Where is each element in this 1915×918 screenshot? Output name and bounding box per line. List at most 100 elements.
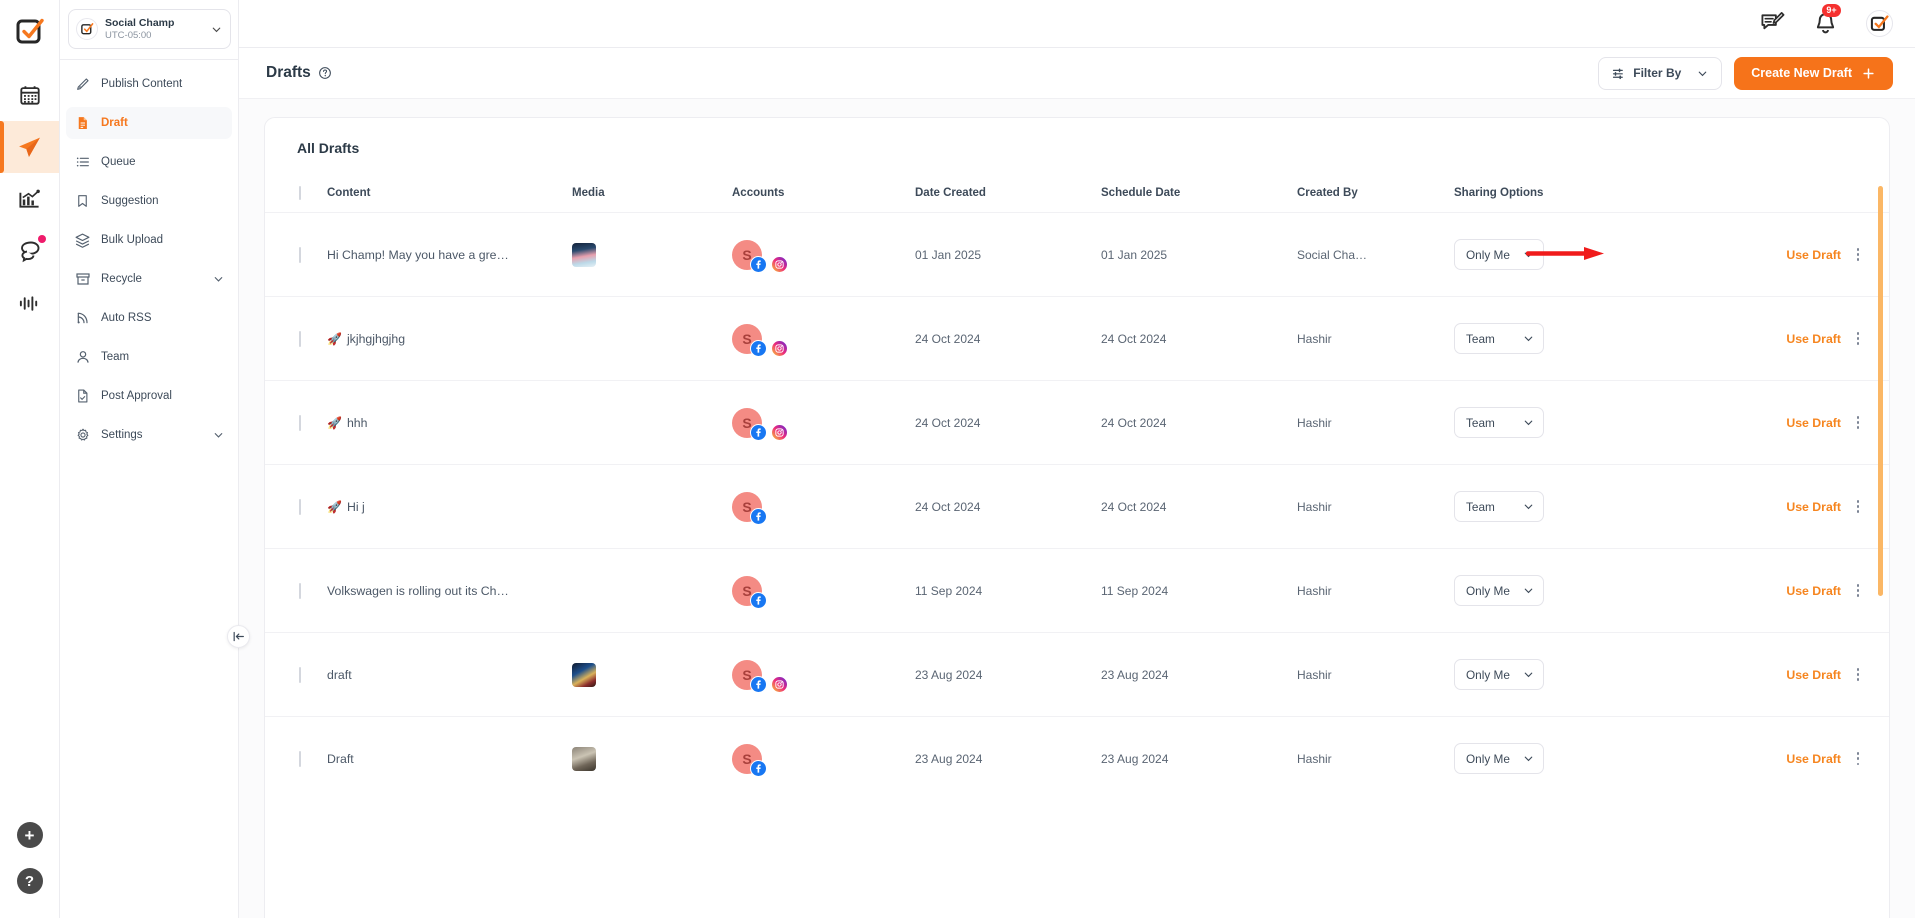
sharing-options-select[interactable]: Only Me	[1454, 659, 1544, 690]
account-avatar[interactable]	[753, 240, 788, 273]
chevron-down-icon	[1524, 588, 1533, 594]
chevron-down-icon	[1698, 71, 1707, 76]
use-draft-link[interactable]: Use Draft	[1786, 416, 1841, 430]
draft-content-text: draft	[327, 667, 352, 682]
table-row[interactable]: 🚀 jkjhgjhgjhg S 24 Oct 2024 24 Oct 2024 Hashi…	[265, 296, 1889, 381]
table-row[interactable]: Hi Champ! May you have a gre… S 01 Jan 202…	[265, 212, 1889, 297]
row-checkbox[interactable]	[299, 666, 301, 683]
chevron-down-icon[interactable]	[212, 429, 225, 442]
row-actions-cell: Use Draft	[1634, 633, 1889, 717]
create-new-draft-button[interactable]: Create New Draft	[1734, 56, 1893, 90]
rail-item-analytics[interactable]	[0, 173, 59, 225]
account-avatar[interactable]	[753, 660, 788, 693]
chevron-down-icon[interactable]	[212, 273, 225, 286]
row-more-options-button[interactable]	[1851, 752, 1865, 766]
row-more-options-button[interactable]	[1851, 668, 1865, 681]
sidebar-item-suggestion[interactable]: Suggestion	[66, 185, 232, 217]
sharing-options-select[interactable]: Only Me	[1454, 575, 1544, 606]
sidebar-nav: Publish Content Draft Queue Suggestion B…	[60, 60, 238, 451]
use-draft-link[interactable]: Use Draft	[1786, 248, 1841, 262]
rail-item-monitor[interactable]	[0, 277, 59, 329]
account-avatar[interactable]: S	[732, 743, 767, 777]
row-checkbox[interactable]	[299, 246, 301, 263]
row-content-cell: Draft	[327, 717, 572, 801]
row-checkbox[interactable]	[299, 330, 301, 347]
row-date-created: 24 Oct 2024	[915, 331, 981, 346]
row-created-by: Hashir	[1297, 415, 1332, 430]
select-all-checkbox[interactable]	[299, 186, 301, 200]
sidebar-item-bulk-upload[interactable]: Bulk Upload	[66, 224, 232, 256]
message-compose-button[interactable]	[1760, 11, 1785, 36]
row-checkbox[interactable]	[299, 582, 301, 599]
account-avatar[interactable]	[753, 324, 788, 357]
sidebar-item-post-approval[interactable]: Post Approval	[66, 380, 232, 412]
use-draft-link[interactable]: Use Draft	[1786, 752, 1841, 766]
help-circle-button[interactable]	[318, 66, 332, 80]
sharing-options-select[interactable]: Only Me	[1454, 239, 1544, 270]
row-select-cell	[265, 633, 327, 717]
chevron-down-icon[interactable]	[209, 23, 223, 36]
draft-content-text: Hi Champ! May you have a gre…	[327, 247, 509, 262]
sidebar-item-settings[interactable]: Settings	[66, 419, 232, 451]
use-draft-link[interactable]: Use Draft	[1786, 500, 1841, 514]
plus-icon	[1863, 67, 1874, 79]
draft-content-text: Hi j	[346, 499, 365, 514]
inbox-icon	[20, 241, 39, 263]
row-checkbox[interactable]	[299, 414, 301, 431]
chevron-down-icon	[1524, 252, 1533, 258]
media-thumbnail[interactable]	[572, 746, 596, 771]
table-row[interactable]: 🚀 Hi j S 24 Oct 2024 24 Oct 2024 Hashir Team Us…	[265, 464, 1889, 549]
sharing-options-select[interactable]: Team	[1454, 407, 1544, 438]
filter-by-button[interactable]: Filter By	[1598, 56, 1723, 90]
rail-item-inbox[interactable]	[0, 225, 59, 277]
card-title: All Drafts	[297, 140, 360, 156]
workspace-selector[interactable]: Social Champ UTC-05:00	[68, 9, 231, 49]
quick-add-button[interactable]: +	[16, 822, 43, 848]
collapse-sidebar-button[interactable]	[227, 625, 250, 648]
sharing-options-select[interactable]: Only Me	[1454, 743, 1544, 775]
rail-item-publish[interactable]	[0, 121, 59, 173]
use-draft-link[interactable]: Use Draft	[1786, 668, 1841, 682]
facebook-badge-icon	[750, 507, 767, 525]
sharing-options-value: Only Me	[1466, 583, 1510, 598]
row-content-cell: 🚀 hhh	[327, 381, 572, 465]
row-sharing-cell: Only Me	[1454, 633, 1634, 717]
sidebar-item-auto-rss[interactable]: Auto RSS	[66, 302, 232, 334]
row-checkbox[interactable]	[299, 750, 301, 767]
use-draft-link[interactable]: Use Draft	[1786, 584, 1841, 598]
sidebar-item-team[interactable]: Team	[66, 341, 232, 373]
row-more-options-button[interactable]	[1851, 248, 1865, 261]
account-avatar[interactable]: S	[732, 491, 767, 525]
media-thumbnail[interactable]	[572, 242, 596, 267]
table-vertical-scrollbar[interactable]	[1878, 186, 1883, 596]
sidebar-item-queue[interactable]: Queue	[66, 146, 232, 178]
row-more-options-button[interactable]	[1851, 584, 1865, 597]
media-thumbnail[interactable]	[572, 662, 596, 687]
sharing-options-select[interactable]: Team	[1454, 491, 1544, 522]
row-more-options-button[interactable]	[1851, 500, 1865, 513]
notifications-button[interactable]: 9+	[1813, 4, 1841, 36]
column-header-accounts: Accounts	[732, 187, 785, 199]
account-avatar[interactable]	[753, 408, 788, 441]
use-draft-link[interactable]: Use Draft	[1786, 332, 1841, 346]
table-row[interactable]: 🚀 hhh S 24 Oct 2024 24 Oct 2024 Hashir Team Use…	[265, 380, 1889, 465]
row-more-options-button[interactable]	[1851, 416, 1865, 429]
account-avatar[interactable]	[1866, 10, 1893, 37]
table-row[interactable]: Draft S 23 Aug 2024 23 Aug 2024 Hashir Only M…	[265, 716, 1889, 801]
row-accounts-cell: S	[732, 381, 915, 465]
row-actions-cell: Use Draft	[1634, 297, 1889, 381]
row-checkbox[interactable]	[299, 498, 301, 515]
sharing-options-select[interactable]: Team	[1454, 323, 1544, 354]
rail-item-calendar[interactable]	[0, 69, 59, 121]
sidebar-item-draft[interactable]: Draft	[66, 107, 232, 139]
row-media-cell	[572, 213, 732, 297]
calendar-icon	[19, 86, 40, 105]
table-row[interactable]: Volkswagen is rolling out its Ch… S 11 Sep…	[265, 548, 1889, 633]
sidebar-item-recycle[interactable]: Recycle	[66, 263, 232, 295]
account-avatar[interactable]: S	[732, 575, 767, 609]
row-more-options-button[interactable]	[1851, 332, 1865, 345]
social-champ-logo[interactable]	[12, 13, 48, 49]
help-button[interactable]: ?	[16, 868, 43, 894]
sidebar-item-publish-content[interactable]: Publish Content	[66, 68, 232, 100]
table-row[interactable]: draft S 23 Aug 2024 23 Aug 2024 Hashir Only M…	[265, 632, 1889, 717]
